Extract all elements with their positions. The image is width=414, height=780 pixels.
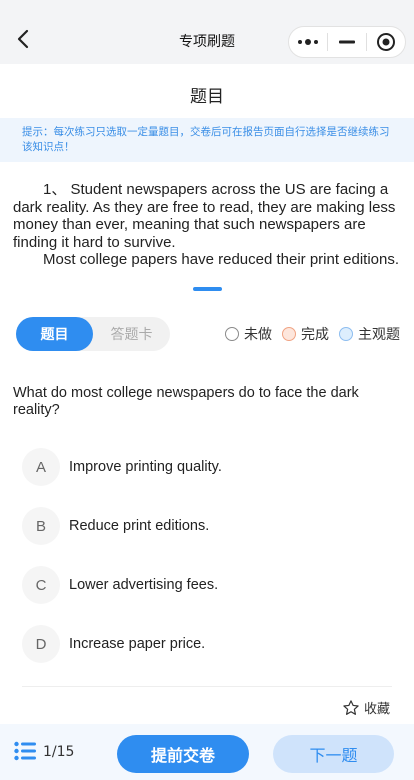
legend-subjective-label: 主观题 [358, 327, 400, 343]
submit-early-button[interactable]: 提前交卷 [117, 735, 249, 773]
divider [22, 686, 392, 687]
option-c[interactable]: C Lower advertising fees. [22, 566, 402, 604]
option-text: Improve printing quality. [69, 459, 222, 475]
option-letter: B [22, 507, 60, 545]
option-d[interactable]: D Increase paper price. [22, 625, 402, 663]
passage-paragraph: Most college papers have reduced their p… [13, 251, 400, 271]
reading-passage[interactable]: 1、 Student newspapers across the US are … [13, 181, 403, 271]
undone-dot-icon [225, 327, 239, 341]
option-letter: D [22, 625, 60, 663]
resize-handle[interactable] [193, 287, 222, 291]
legend-undone: 未做 [225, 324, 272, 344]
subjective-dot-icon [339, 327, 353, 341]
legend-done-label: 完成 [301, 327, 329, 343]
minus-icon[interactable] [328, 27, 366, 57]
tab-question[interactable]: 题目 [16, 317, 93, 351]
legend-subjective: 主观题 [339, 324, 400, 344]
section-title: 题目 [190, 87, 224, 107]
tip-banner: 提示：每次练习只选取一定量题目，交卷后可在报告页面自行选择是否继续练习该知识点！ [0, 118, 414, 162]
target-circle-icon[interactable] [367, 27, 405, 57]
legend-done: 完成 [282, 324, 329, 344]
option-text: Lower advertising fees. [69, 577, 219, 593]
more-dots-icon[interactable] [289, 27, 327, 57]
favorite-button[interactable]: 收藏 [342, 698, 390, 717]
done-dot-icon [282, 327, 296, 341]
option-b[interactable]: B Reduce print editions. [22, 507, 402, 545]
passage-paragraph: 1、 Student newspapers across the US are … [13, 181, 396, 251]
navbar: 专项刷题 [0, 0, 414, 64]
tab-answer-card[interactable]: 答题卡 [93, 317, 170, 351]
legend-undone-label: 未做 [244, 327, 272, 343]
star-outline-icon [343, 699, 359, 715]
option-text: Reduce print editions. [69, 518, 210, 534]
option-a[interactable]: A Improve printing quality. [22, 448, 402, 486]
question-text: What do most college newspapers do to fa… [13, 385, 359, 418]
option-letter: A [22, 448, 60, 486]
question-progress: 1/15 [43, 744, 75, 760]
status-legend: 未做 完成 主观题 [215, 324, 400, 344]
list-icon[interactable] [14, 741, 36, 765]
tab-switcher: 题目 答题卡 [16, 317, 170, 351]
mini-program-capsule [288, 26, 406, 58]
option-letter: C [22, 566, 60, 604]
bottom-bar: 1/15 提前交卷 下一题 [0, 724, 414, 780]
favorite-label: 收藏 [363, 702, 390, 717]
answer-options: A Improve printing quality. B Reduce pri… [22, 448, 402, 684]
next-question-button[interactable]: 下一题 [273, 735, 394, 773]
option-text: Increase paper price. [69, 636, 206, 652]
